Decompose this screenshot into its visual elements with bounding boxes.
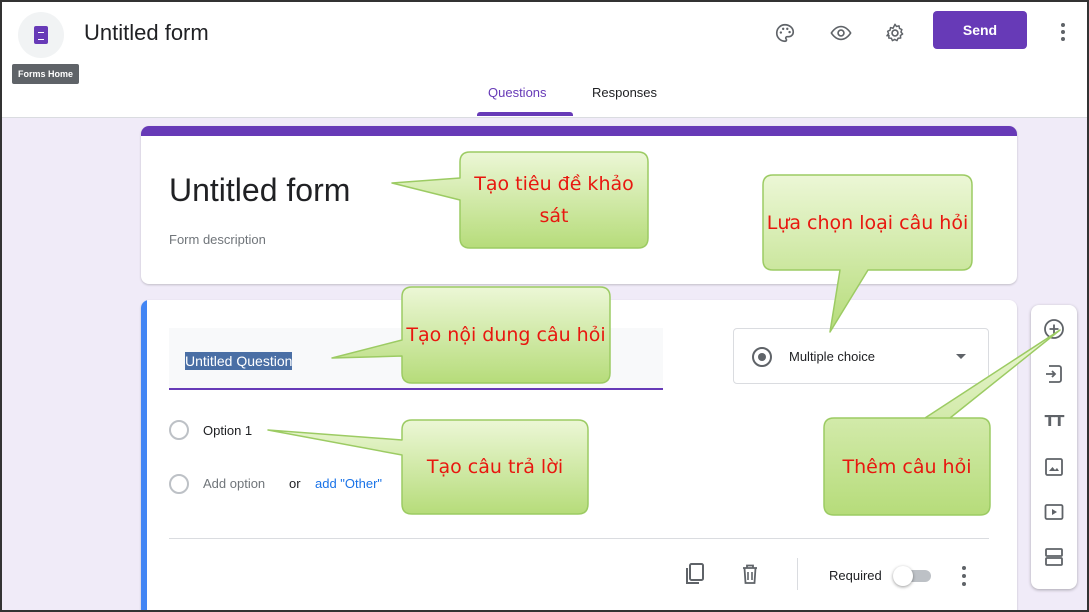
question-title-text: Untitled Question [185,352,293,370]
callout-add: Thêm câu hỏi [842,455,972,478]
callout-answer: Tạo câu trả lời [426,456,564,478]
app-header: Untitled form Forms Home Send Questions … [0,0,1089,118]
add-other-link[interactable]: add "Other" [315,476,382,491]
option-1-label[interactable]: Option 1 [203,423,252,438]
callout-title: Tạo tiêu đề khảo sát [474,173,634,227]
form-title[interactable]: Untitled form [169,172,350,209]
question-more-icon[interactable] [961,566,967,586]
add-section-icon[interactable] [1042,545,1066,569]
radio-button-icon [752,347,772,367]
import-questions-icon[interactable] [1042,362,1066,386]
duplicate-icon[interactable] [684,562,706,586]
option-1-radio [169,420,189,440]
send-button[interactable]: Send [933,11,1027,49]
form-description-field[interactable]: Form description [169,232,266,247]
add-video-icon[interactable] [1042,500,1066,524]
question-type-dropdown[interactable]: Multiple choice [733,328,989,384]
tab-responses[interactable]: Responses [592,85,657,100]
more-vert-icon[interactable] [1058,20,1068,44]
or-text: or [289,476,301,491]
forms-logo-icon[interactable] [18,12,64,58]
required-label: Required [829,568,882,583]
forms-home-tooltip: Forms Home [12,64,80,84]
add-option-radio [169,474,189,494]
tab-questions[interactable]: Questions [488,85,547,100]
dropdown-arrow-icon [956,354,966,359]
active-question-indicator [141,300,147,612]
question-type-label: Multiple choice [789,349,875,364]
add-question-icon[interactable] [1042,317,1066,341]
add-image-icon[interactable] [1042,455,1066,479]
preview-eye-icon[interactable] [828,20,854,46]
delete-trash-icon[interactable] [739,562,761,586]
required-toggle[interactable] [893,566,933,586]
settings-gear-icon[interactable] [882,20,908,46]
callout-type: Lựa chọn loại câu hỏi [766,212,969,234]
callout-question: Tạo nội dung câu hỏi [406,324,606,346]
palette-icon[interactable] [772,20,798,46]
add-option-link[interactable]: Add option [203,476,265,491]
active-tab-indicator [477,112,573,116]
add-title-icon[interactable]: TT [1042,409,1066,433]
document-title[interactable]: Untitled form [84,20,209,46]
floating-toolbar: TT [1031,305,1077,589]
footer-divider [169,538,989,539]
footer-separator [797,558,798,590]
